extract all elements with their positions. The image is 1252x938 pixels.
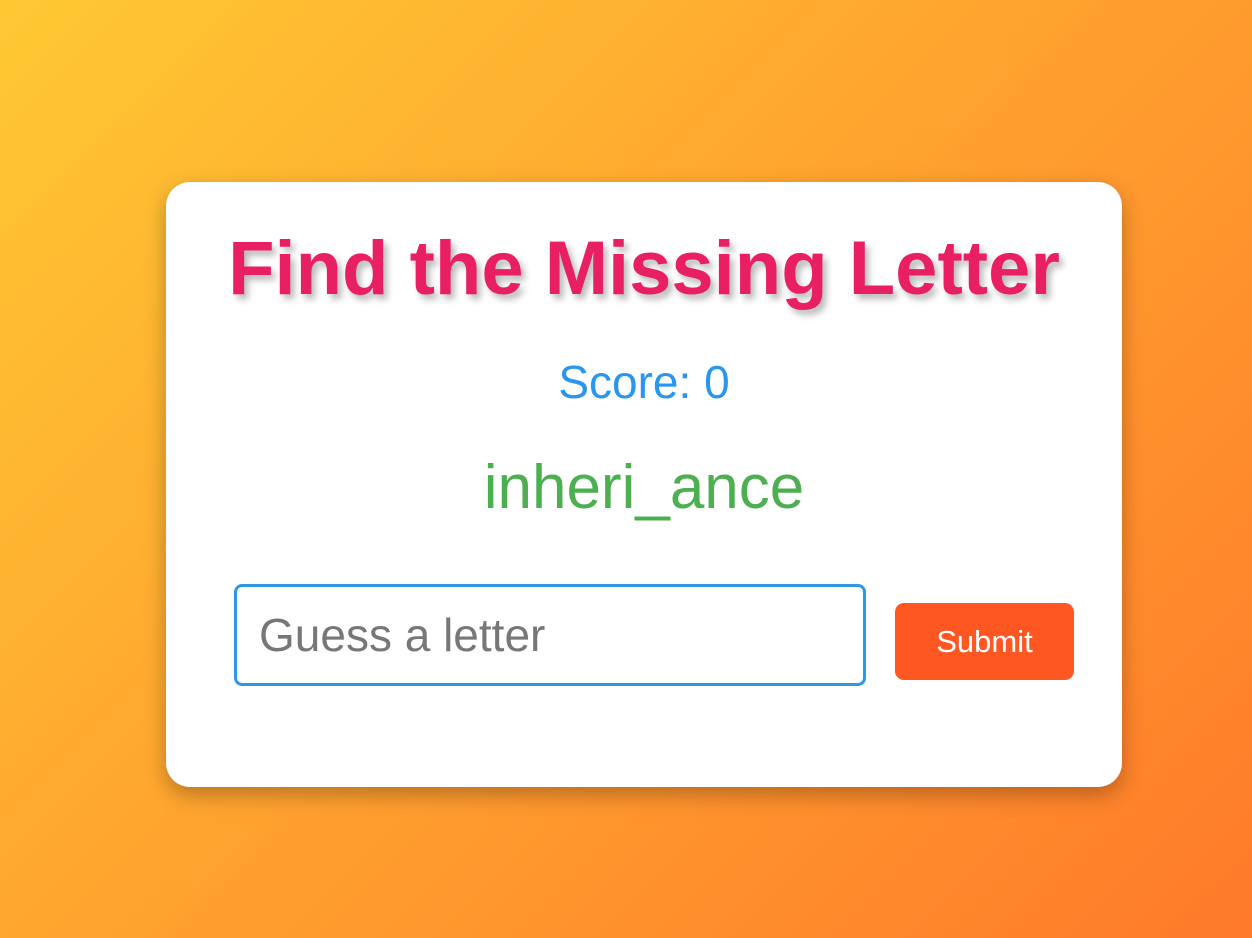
submit-button[interactable]: Submit [895, 603, 1074, 680]
word-puzzle: inheri_ance [483, 453, 805, 522]
score-display: Score: 0 [558, 356, 730, 408]
game-title: Find the Missing Letter [228, 226, 1060, 311]
game-card: Find the Missing Letter Score: 0 inheri_… [166, 182, 1122, 787]
guess-letter-input[interactable] [234, 584, 866, 686]
